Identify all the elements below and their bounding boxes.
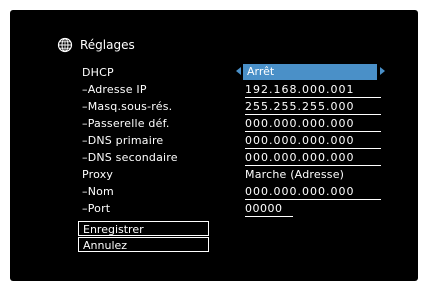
globe-icon [57,37,73,53]
proxy-port-field[interactable]: 00000 [245,202,293,217]
label-dns-secondary: –DNS secondaire [82,151,178,164]
label-ip-address: –Adresse IP [82,83,147,96]
dhcp-selector[interactable]: Arrêt [243,64,377,80]
label-proxy-name: –Nom [82,185,114,198]
proxy-value[interactable]: Marche (Adresse) [245,168,344,182]
dhcp-value: Arrêt [247,65,275,78]
dns-secondary-field[interactable]: 000.000.000.000 [245,151,381,166]
cancel-button[interactable]: Annulez [78,237,209,252]
dns-primary-field[interactable]: 000.000.000.000 [245,134,381,149]
proxy-name-field[interactable]: 000.000.000.000 [245,185,381,200]
title-label: Réglages [80,38,135,52]
label-dns-primary: –DNS primaire [82,134,164,147]
label-subnet-mask: –Masq.sous-rés. [82,100,173,113]
subnet-mask-field[interactable]: 255.255.255.000 [245,100,381,115]
settings-screen: Réglages DHCP –Adresse IP –Masq.sous-rés… [10,10,418,281]
arrow-left-icon[interactable] [236,67,241,75]
label-gateway: –Passerelle déf. [82,117,170,130]
save-button[interactable]: Enregistrer [78,221,209,236]
ip-address-field[interactable]: 192.168.000.001 [245,83,381,98]
arrow-right-icon[interactable] [380,67,385,75]
page-title: Réglages [57,36,135,54]
label-proxy-port: –Port [82,202,111,215]
label-dhcp: DHCP [82,66,114,79]
gateway-field[interactable]: 000.000.000.000 [245,117,381,132]
label-proxy: Proxy [82,168,114,181]
